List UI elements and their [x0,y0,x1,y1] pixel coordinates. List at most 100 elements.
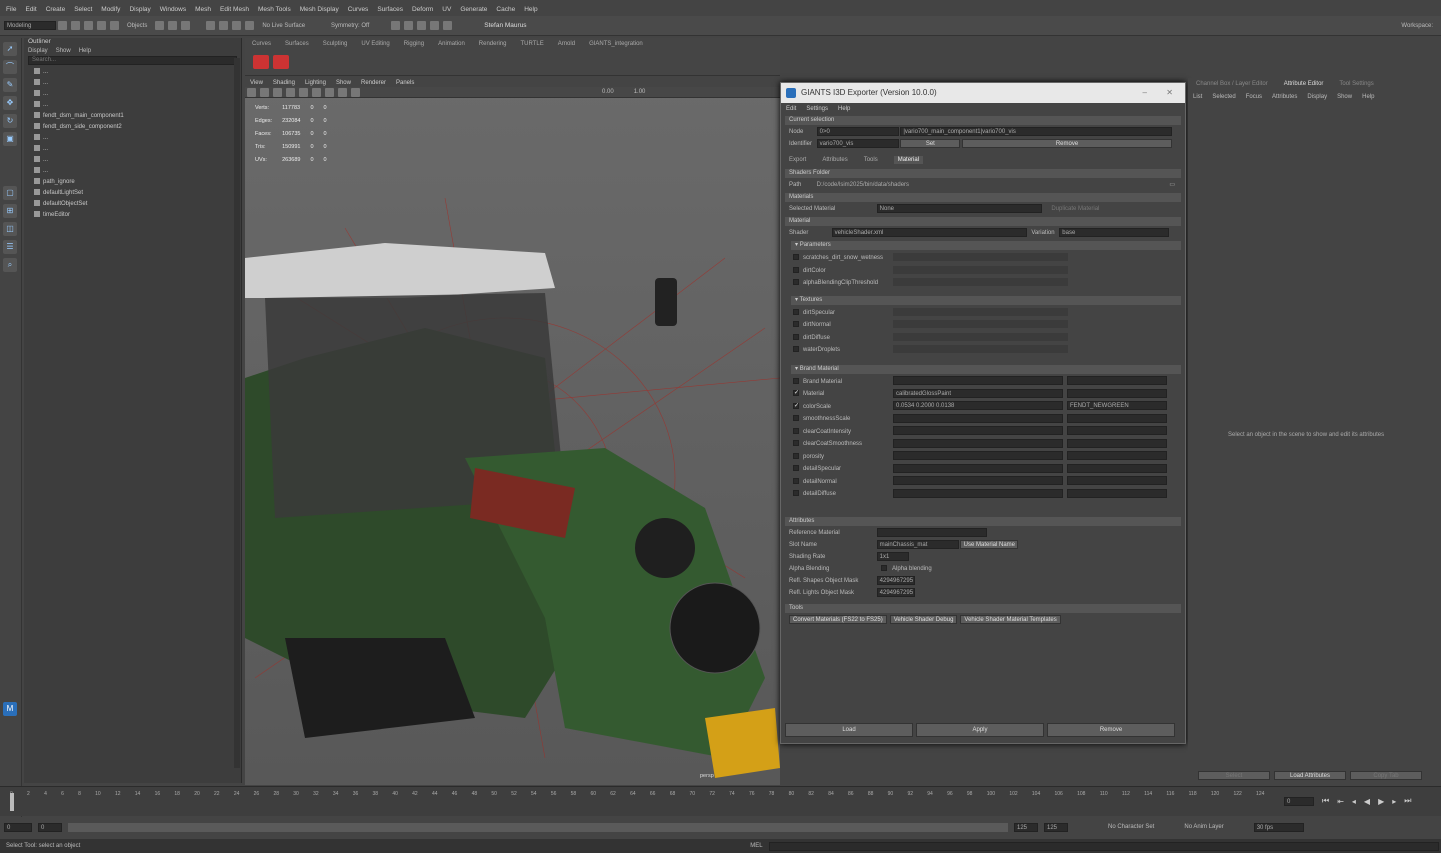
selected-material-select[interactable]: None [876,204,1042,213]
shelf-tab[interactable]: Surfaces [285,41,309,47]
right-tab[interactable]: Channel Box / Layer Editor [1196,81,1268,87]
refl-lights-field[interactable]: 4294967295 [876,587,915,597]
brand-value-field[interactable] [893,476,1063,486]
menu-item-create[interactable]: Create [46,6,66,13]
slot-name-field[interactable]: mainChassis_mat [876,539,959,549]
outliner-item[interactable]: fendt_dsm_main_component1 [24,111,241,122]
shelf-tab[interactable]: Curves [252,41,271,47]
param-value-field[interactable] [893,320,1068,329]
refl-shapes-field[interactable]: 4294967295 [876,575,915,585]
shelf-tab[interactable]: Animation [438,41,465,47]
brand-value-field[interactable]: 0.0534 0.2000 0.0138 [893,401,1063,411]
menu-item-mesh[interactable]: Mesh [195,6,211,13]
outliner-item[interactable]: ... [24,67,241,78]
menu-item-mesh-display[interactable]: Mesh Display [300,6,339,13]
brand-value-field[interactable] [893,463,1063,473]
end-frame-field[interactable]: 125 [1044,822,1068,832]
hypershade-icon[interactable] [430,21,440,30]
outliner-item[interactable]: ... [24,144,241,155]
time-slider[interactable]: 0246810121416182022242628303234363840424… [0,786,1441,816]
apply-button[interactable]: Apply [916,723,1044,737]
param-checkbox[interactable] [793,333,799,340]
select-object-icon[interactable] [168,21,178,30]
tab-export[interactable]: Export [789,157,806,163]
viewport-panel[interactable]: View Shading Lighting Show Renderer Panels 0.… [245,78,780,785]
current-frame-field[interactable]: 0 [1284,797,1314,806]
menu-item-windows[interactable]: Windows [160,6,186,13]
tool-button[interactable]: Vehicle Shader Debug [889,614,958,624]
menu-item-curves[interactable]: Curves [348,6,369,13]
shelf-tab[interactable]: Arnold [558,41,575,47]
tool-button[interactable]: Vehicle Shader Material Templates [960,614,1061,624]
new-scene-icon[interactable] [58,21,67,30]
brand-checkbox[interactable] [793,440,799,447]
close-icon[interactable]: ✕ [1166,83,1173,103]
fps-select[interactable]: 30 fps [1253,822,1304,832]
tool-button[interactable]: Convert Materials (FS22 to FS25) [789,614,887,624]
attr-menu-attributes[interactable]: Attributes [1272,94,1297,100]
shelf-tab[interactable]: Rendering [479,41,507,47]
play-back-icon[interactable]: ◀ [1364,797,1370,806]
outliner-menu-display[interactable]: Display [28,48,48,54]
menu-item-uv[interactable]: UV [442,6,451,13]
dialog-menu-help[interactable]: Help [838,106,850,112]
attr-menu-show[interactable]: Show [1337,94,1352,100]
menu-item-cache[interactable]: Cache [496,6,515,13]
brand-value-field[interactable] [893,438,1063,448]
brand-value-field[interactable] [893,488,1063,498]
outliner-item[interactable]: ... [24,100,241,111]
identifier-field[interactable]: vario700_vis [816,139,899,148]
right-tab[interactable]: Tool Settings [1339,81,1373,87]
attr-menu-list[interactable]: List [1193,94,1202,100]
use-material-name-button[interactable]: Use Material Name [960,539,1019,549]
outliner-item[interactable]: ... [24,78,241,89]
remove-identifier-button[interactable]: Remove [962,139,1173,148]
right-tab[interactable]: Attribute Editor [1284,81,1324,87]
shading-rate-select[interactable]: 1x1 [876,551,909,561]
attr-bottom-button[interactable]: Select [1198,771,1270,780]
tab-material[interactable]: Material [893,156,924,164]
outliner-item[interactable]: timeEditor [24,210,241,221]
snap-curve-icon[interactable] [219,21,229,30]
node-path-field[interactable]: |vario700_main_component1|vario700_vis [900,127,1173,136]
param-checkbox[interactable] [793,254,799,261]
step-forward-icon[interactable]: ▸ [1392,797,1396,806]
save-scene-icon[interactable] [84,21,93,30]
load-button[interactable]: Load [785,723,913,737]
brand-checkbox[interactable] [793,477,799,484]
brand-value-field[interactable] [893,413,1063,423]
param-checkbox[interactable] [793,346,799,353]
start-frame-field[interactable]: 0 [4,822,32,832]
attr-menu-help[interactable]: Help [1362,94,1374,100]
go-to-start-icon[interactable]: ⏮ [1322,796,1329,806]
range-start-field[interactable]: 0 [38,822,62,832]
single-view-icon[interactable]: ▢ [3,186,17,200]
go-to-end-icon[interactable]: ⏭ [1404,796,1411,806]
mode-select[interactable]: Modeling [4,21,56,30]
outliner-search-input[interactable]: Search... [28,56,237,65]
remove-button[interactable]: Remove [1047,723,1175,737]
outliner-item[interactable]: ... [24,166,241,177]
set-button[interactable]: Set [900,139,961,148]
brand-material-header[interactable]: ▾ Brand Material [791,364,1181,374]
param-checkbox[interactable] [793,308,799,315]
menu-item-mesh-tools[interactable]: Mesh Tools [258,6,291,13]
tab-attributes[interactable]: Attributes [822,157,847,163]
command-input[interactable] [768,841,1439,851]
brand-preset-select[interactable] [1067,426,1167,436]
outliner-menu-help[interactable]: Help [79,48,91,54]
menu-item-edit-mesh[interactable]: Edit Mesh [220,6,249,13]
range-end-field[interactable]: 125 [1014,822,1038,832]
brand-preset-select[interactable] [1067,388,1167,398]
brand-preset-select[interactable] [1067,438,1167,448]
paint-select-icon[interactable]: ✎ [3,78,17,92]
live-surface[interactable]: No Live Surface [262,23,305,29]
param-value-field[interactable] [893,265,1068,274]
render-icon[interactable] [391,21,401,30]
menu-item-deform[interactable]: Deform [412,6,433,13]
duplicate-material-button[interactable]: Duplicate Material [1051,206,1099,212]
outliner-layout-icon[interactable]: ☰ [3,240,17,254]
lasso-tool-icon[interactable]: ⌒ [3,60,17,74]
outliner-item[interactable]: ... [24,89,241,100]
attr-menu-selected[interactable]: Selected [1212,94,1235,100]
